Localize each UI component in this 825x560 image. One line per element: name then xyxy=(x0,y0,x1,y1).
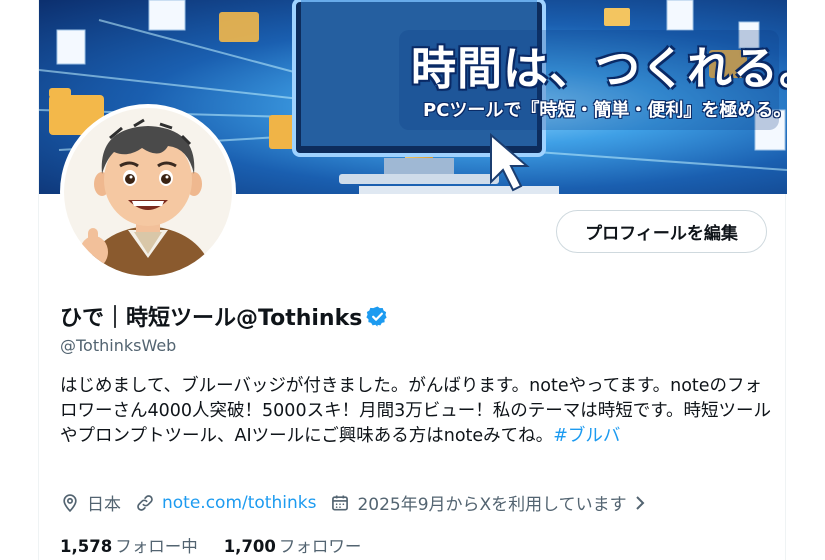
website-link[interactable]: note.com/tothinks xyxy=(162,493,316,513)
followers-count: 1,700 xyxy=(223,537,276,556)
banner-subtitle: PCツールで『時短・簡単・便利』を極める。 xyxy=(423,100,787,121)
bio-text: はじめまして、ブルーバッジが付きました。がんばります。noteやってます。not… xyxy=(60,376,771,446)
avatar-illustration xyxy=(80,118,214,276)
follow-stats: 1,578 フォロー中 1,700 フォロワー xyxy=(60,533,387,557)
verified-badge-icon[interactable] xyxy=(366,305,389,328)
chevron-right-icon xyxy=(635,495,645,510)
location-item: 日本 xyxy=(60,490,121,515)
location-pin-icon xyxy=(63,493,77,512)
banner-title: 時間は、つくれる。 xyxy=(411,42,787,95)
bio-hashtag-link[interactable]: #ブルバ xyxy=(553,426,620,446)
display-name: ひで｜時短ツール@Tothinks xyxy=(60,306,363,331)
following-label: フォロー中 xyxy=(115,537,198,556)
website-item: note.com/tothinks xyxy=(135,493,316,513)
following-stat[interactable]: 1,578 フォロー中 xyxy=(60,533,198,557)
edit-profile-button[interactable]: プロフィールを編集 xyxy=(556,210,767,253)
joined-item[interactable]: 2025年9月からXを利用しています xyxy=(330,490,653,515)
followers-stat[interactable]: 1,700 フォロワー xyxy=(224,533,362,557)
display-name-row: ひで｜時短ツール@Tothinks xyxy=(60,300,389,332)
profile-bio: はじめまして、ブルーバッジが付きました。がんばります。noteやってます。not… xyxy=(60,374,772,449)
following-count: 1,578 xyxy=(60,537,113,556)
avatar[interactable] xyxy=(60,104,236,280)
joined-text: 2025年9月からXを利用しています xyxy=(357,495,627,515)
location-text: 日本 xyxy=(87,495,121,515)
followers-label: フォロワー xyxy=(278,537,362,556)
profile-meta-row: 日本 note.com/tothinks 2025年9月からXを利用しています xyxy=(60,490,668,515)
link-icon xyxy=(137,494,153,511)
user-handle: @TothinksWeb xyxy=(60,336,177,355)
calendar-icon xyxy=(332,495,349,510)
profile-card: 時間は、つくれる。 PCツールで『時短・簡単・便利』を極める。 プロフィールを編… xyxy=(38,0,787,560)
